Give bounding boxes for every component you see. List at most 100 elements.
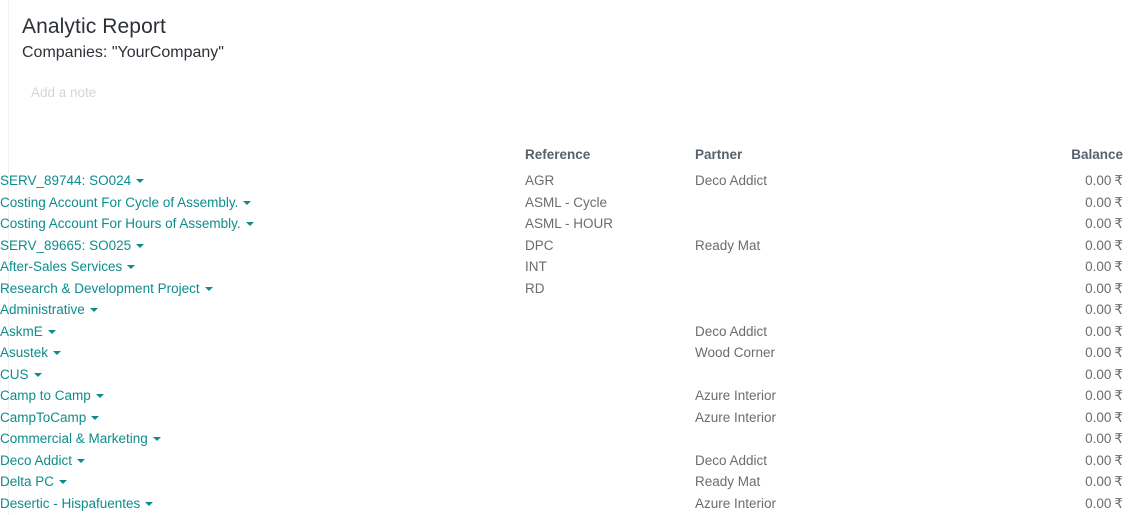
account-link[interactable]: Costing Account For Hours of Assembly. (0, 216, 241, 231)
chevron-down-icon[interactable] (127, 265, 136, 269)
chevron-down-icon[interactable] (95, 394, 104, 398)
cell-balance: 0.00 ₹ (985, 278, 1123, 300)
chevron-down-icon[interactable] (152, 437, 161, 441)
account-link[interactable]: AskmE (0, 324, 43, 339)
chevron-down-icon[interactable] (204, 286, 213, 291)
cell-reference (525, 450, 695, 472)
balance-amount: 0.00 (1085, 302, 1112, 317)
cell-balance: 0.00 ₹ (985, 213, 1123, 235)
column-header-partner: Partner (695, 147, 743, 162)
cell-partner: Deco Addict (695, 452, 768, 468)
table-row: SERV_89744: SO024 AGR Deco Addict 0.00 ₹ (0, 170, 1123, 192)
chevron-down-icon[interactable] (243, 200, 252, 205)
cell-reference (525, 471, 695, 493)
cell-balance: 0.00 ₹ (985, 342, 1123, 364)
account-link[interactable]: CampToCamp (0, 410, 86, 425)
cell-partner (695, 364, 985, 386)
table-row: CampToCamp Azure Interior 0.00 ₹ (0, 407, 1123, 429)
account-link[interactable]: SERV_89665: SO025 (0, 238, 131, 253)
cell-partner: Wood Corner (695, 345, 776, 360)
cell-account-name: Costing Account For Hours of Assembly. (0, 213, 525, 235)
cell-partner (695, 299, 985, 321)
cell-balance: 0.00 ₹ (985, 493, 1123, 515)
chevron-down-icon[interactable] (89, 308, 98, 312)
chevron-down-icon[interactable] (77, 458, 86, 463)
cell-account-name: Administrative (0, 299, 525, 321)
chevron-down-icon[interactable] (53, 351, 62, 355)
cell-partner: Azure Interior (695, 495, 777, 511)
cell-reference (525, 342, 695, 364)
currency-symbol: ₹ (1114, 280, 1123, 296)
table-row: Desertic - Hispafuentes Azure Interior 0.0… (0, 493, 1123, 515)
currency-symbol: ₹ (1114, 194, 1123, 210)
cell-reference: INT (525, 259, 547, 274)
cell-partner: Ready Mat (695, 237, 761, 253)
cell-partner: Deco Addict (695, 173, 768, 188)
currency-symbol: ₹ (1114, 345, 1123, 360)
page-title: Analytic Report (22, 15, 166, 38)
table-row: Asustek Wood Corner 0.00 ₹ (0, 342, 1123, 364)
cell-account-name: After-Sales Services (0, 256, 525, 278)
currency-symbol: ₹ (1114, 409, 1123, 425)
chevron-down-icon[interactable] (145, 501, 154, 506)
account-link[interactable]: After-Sales Services (0, 259, 122, 274)
balance-amount: 0.00 (1085, 452, 1112, 468)
table-header: Reference Partner Balance (0, 145, 1123, 170)
cell-reference: RD (525, 280, 545, 296)
cell-partner: Ready Mat (695, 474, 761, 489)
chevron-down-icon[interactable] (33, 372, 42, 377)
cell-partner (695, 428, 985, 450)
currency-symbol: ₹ (1114, 452, 1123, 468)
cell-balance: 0.00 ₹ (985, 235, 1123, 257)
chevron-down-icon[interactable] (47, 329, 56, 334)
cell-balance: 0.00 ₹ (985, 407, 1123, 429)
cell-partner: Azure Interior (695, 409, 777, 425)
cell-balance: 0.00 ₹ (985, 450, 1123, 472)
cell-account-name: Delta PC (0, 471, 525, 493)
balance-amount: 0.00 (1085, 495, 1112, 511)
account-link[interactable]: Camp to Camp (0, 388, 91, 403)
cell-account-name: CUS (0, 364, 525, 386)
cell-balance: 0.00 ₹ (985, 428, 1123, 450)
account-link[interactable]: Costing Account For Cycle of Assembly. (0, 195, 238, 210)
analytic-report-table: Reference Partner Balance SERV_89744: SO… (0, 145, 1123, 514)
chevron-down-icon[interactable] (136, 179, 145, 183)
chevron-down-icon[interactable] (245, 222, 254, 226)
table-row: CUS 0.00 ₹ (0, 364, 1123, 386)
cell-partner (695, 256, 985, 278)
cell-partner: Deco Addict (695, 323, 768, 339)
report-header-block: Analytic Report Companies: "YourCompany"… (22, 0, 1145, 102)
account-link[interactable]: Asustek (0, 345, 48, 360)
table-row: AskmE Deco Addict 0.00 ₹ (0, 321, 1123, 343)
cell-reference (525, 493, 695, 515)
cell-reference (525, 407, 695, 429)
cell-reference: ASML - HOUR (525, 216, 614, 231)
table-row: Commercial & Marketing 0.00 ₹ (0, 428, 1123, 450)
cell-reference (525, 299, 695, 321)
cell-account-name: SERV_89744: SO024 (0, 170, 525, 192)
cell-balance: 0.00 ₹ (985, 364, 1123, 386)
table-row: After-Sales Services INT 0.00 ₹ (0, 256, 1123, 278)
account-link[interactable]: Administrative (0, 302, 85, 317)
account-link[interactable]: Research & Development Project (0, 281, 200, 296)
account-link[interactable]: CUS (0, 367, 29, 382)
account-link[interactable]: SERV_89744: SO024 (0, 173, 131, 188)
currency-symbol: ₹ (1114, 431, 1123, 446)
chevron-down-icon[interactable] (136, 243, 145, 248)
account-link[interactable]: Desertic - Hispafuentes (0, 496, 140, 511)
cell-reference (525, 385, 695, 407)
account-link[interactable]: Commercial & Marketing (0, 431, 148, 446)
currency-symbol: ₹ (1114, 173, 1123, 188)
chevron-down-icon[interactable] (91, 415, 100, 420)
table-header-row: Reference Partner Balance (0, 145, 1123, 170)
account-link[interactable]: Delta PC (0, 474, 54, 489)
balance-amount: 0.00 (1085, 323, 1112, 339)
currency-symbol: ₹ (1114, 366, 1123, 382)
account-link[interactable]: Deco Addict (0, 453, 72, 468)
cell-account-name: Desertic - Hispafuentes (0, 493, 525, 515)
cell-account-name: Costing Account For Cycle of Assembly. (0, 192, 525, 214)
add-note-input[interactable]: Add a note (22, 84, 1145, 102)
table-row: Camp to Camp Azure Interior 0.00 ₹ (0, 385, 1123, 407)
chevron-down-icon[interactable] (59, 480, 68, 484)
currency-symbol: ₹ (1114, 495, 1123, 511)
